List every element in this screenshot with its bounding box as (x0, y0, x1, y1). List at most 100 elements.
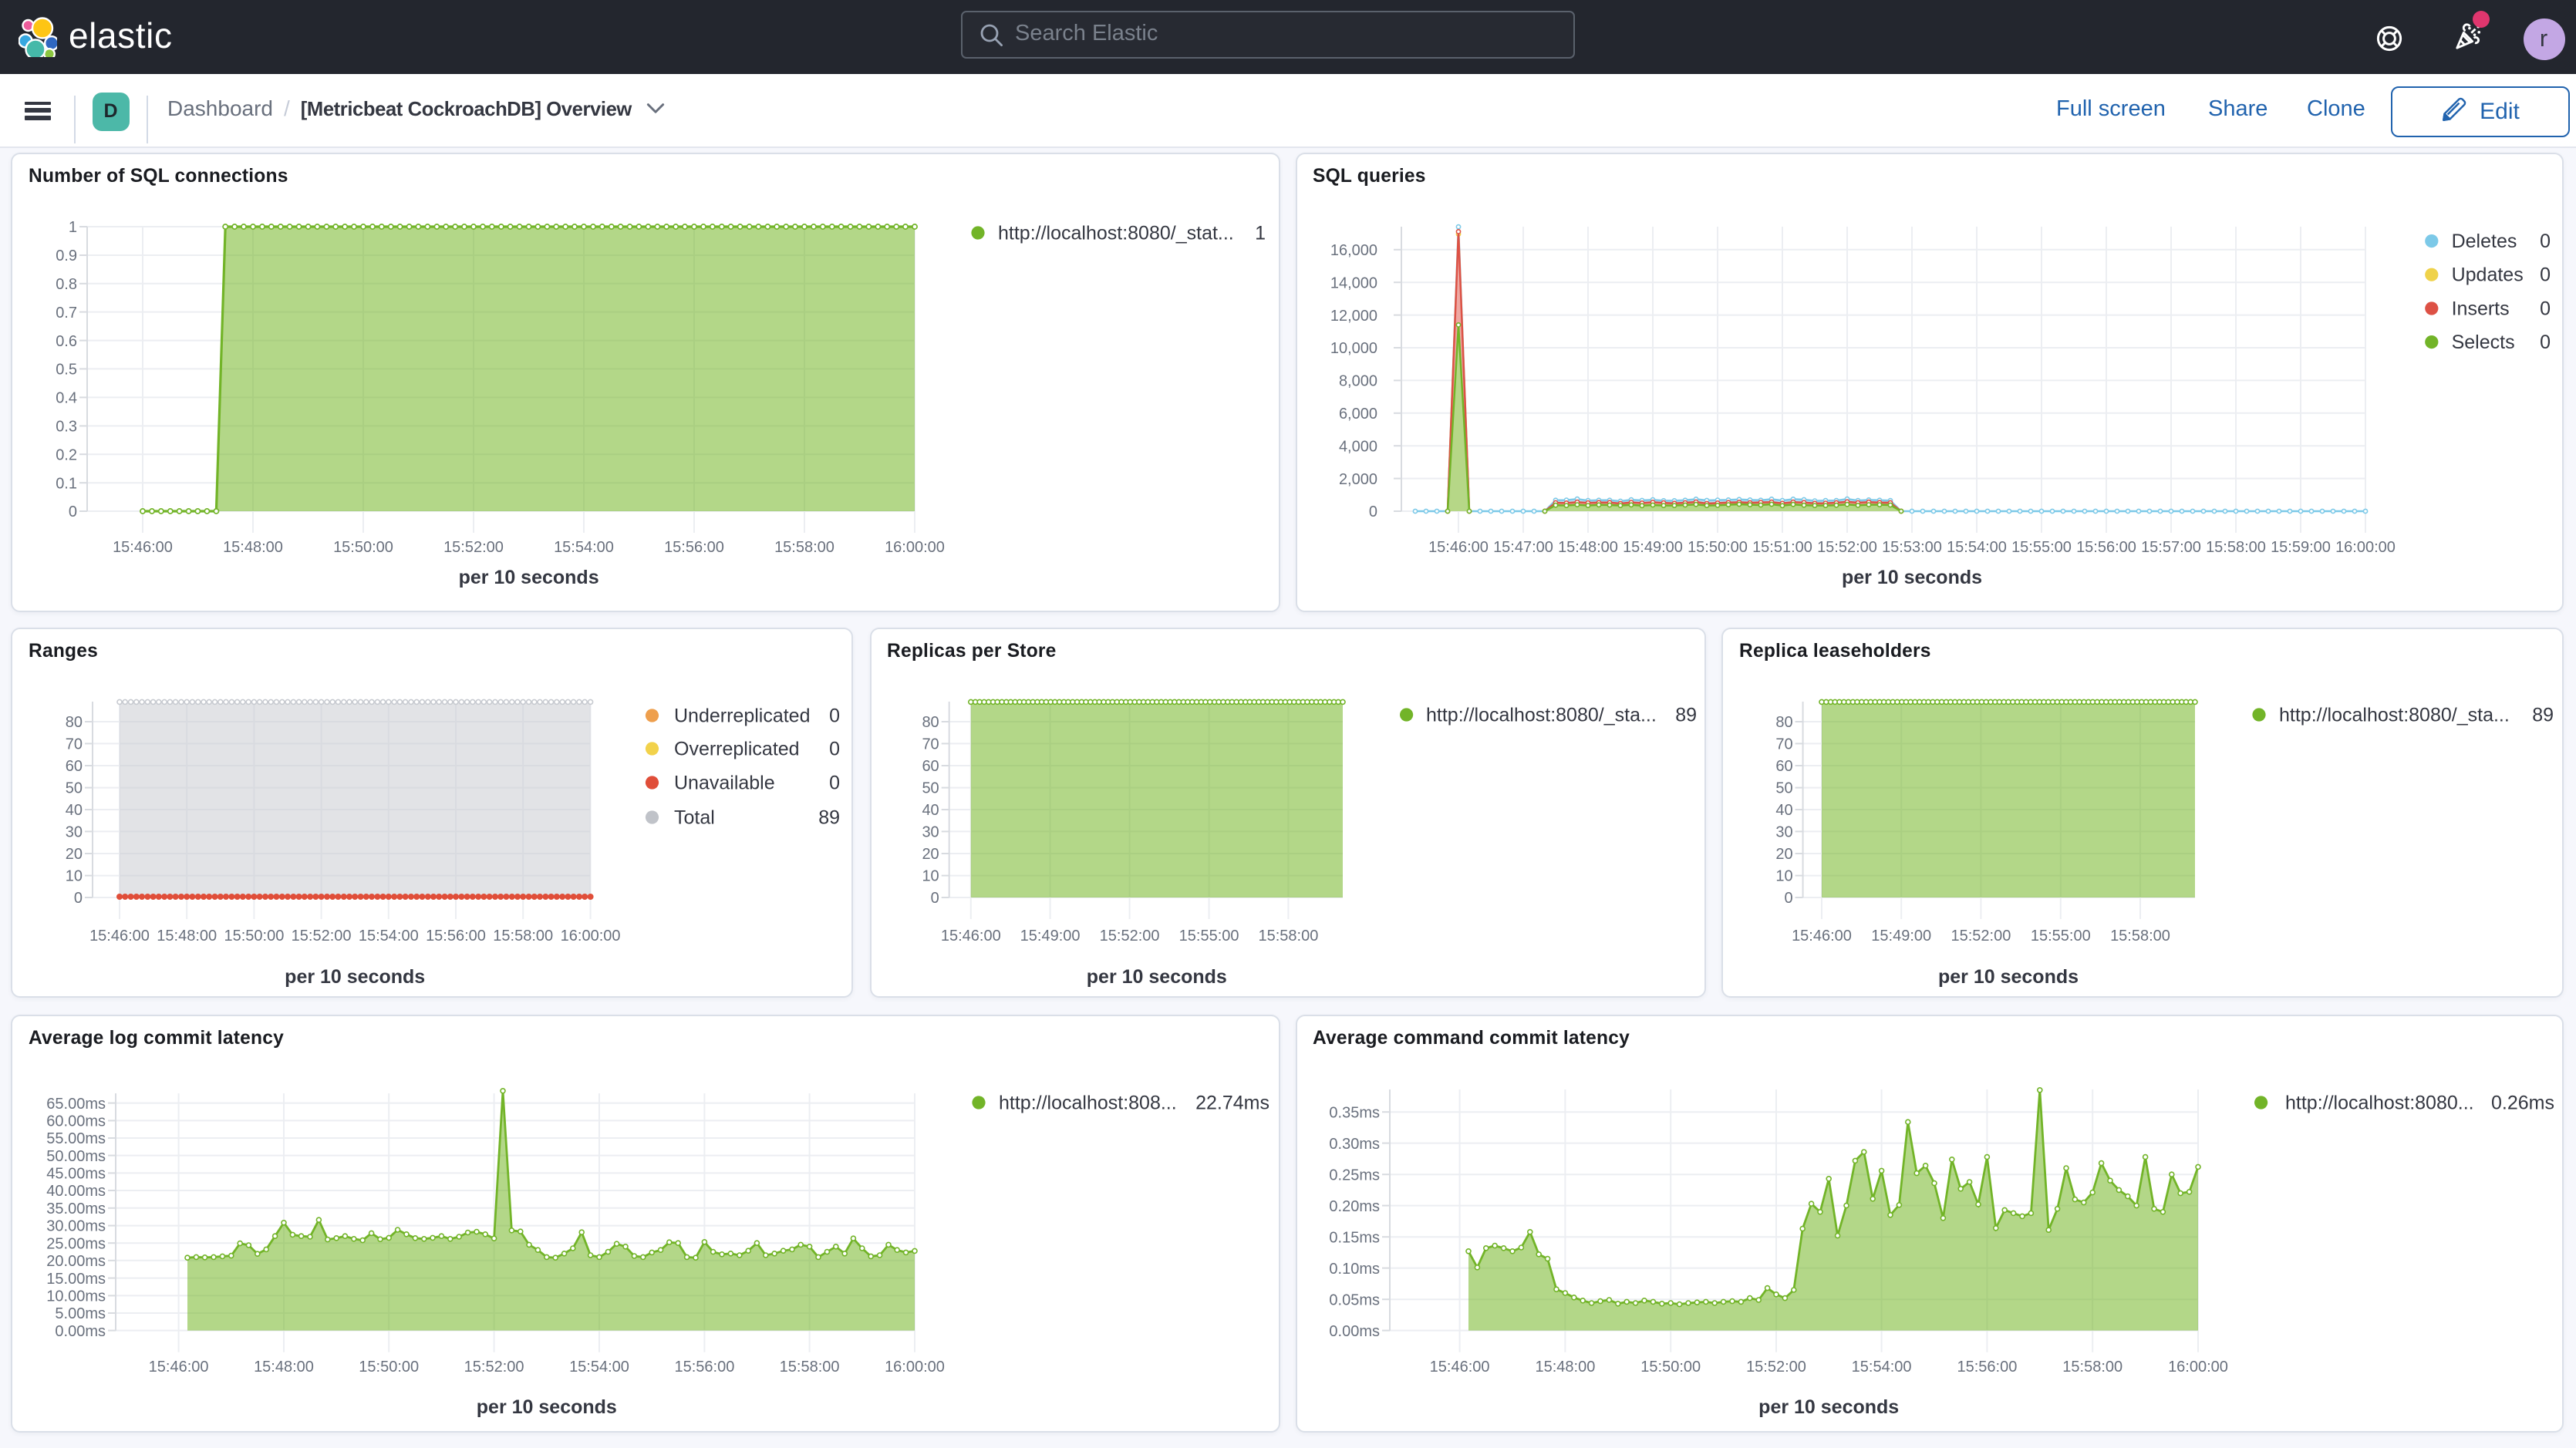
svg-text:30: 30 (1775, 824, 1792, 841)
svg-text:per 10 seconds: per 10 seconds (1938, 966, 2079, 988)
svg-text:Inserts: Inserts (2451, 298, 2509, 319)
svg-text:20.00ms: 20.00ms (46, 1252, 106, 1269)
svg-text:15:58:00: 15:58:00 (2062, 1358, 2122, 1375)
svg-text:60.00ms: 60.00ms (46, 1112, 106, 1129)
svg-text:15:59:00: 15:59:00 (2270, 539, 2330, 556)
svg-text:16:00:00: 16:00:00 (2335, 539, 2395, 556)
svg-text:15:52:00: 15:52:00 (1816, 539, 1876, 556)
svg-text:Underreplicated: Underreplicated (674, 705, 811, 726)
svg-text:Deletes: Deletes (2451, 231, 2517, 252)
svg-text:0.4: 0.4 (56, 390, 77, 407)
svg-text:0.5: 0.5 (56, 362, 77, 379)
svg-text:0.15ms: 0.15ms (1328, 1228, 1379, 1245)
svg-text:0.1: 0.1 (56, 475, 77, 492)
svg-text:http://localhost:8080/_stat...: http://localhost:8080/_stat... (998, 222, 1234, 244)
svg-text:8,000: 8,000 (1338, 373, 1377, 390)
svg-text:0: 0 (2539, 264, 2550, 286)
svg-text:0.2: 0.2 (56, 446, 77, 463)
svg-text:15:54:00: 15:54:00 (359, 928, 419, 945)
svg-text:15:47:00: 15:47:00 (1492, 539, 1553, 556)
svg-text:5.00ms: 5.00ms (55, 1305, 106, 1322)
svg-text:50.00ms: 50.00ms (46, 1147, 106, 1164)
svg-text:0: 0 (829, 772, 840, 793)
svg-text:15:48:00: 15:48:00 (254, 1358, 314, 1375)
svg-text:15:58:00: 15:58:00 (780, 1358, 840, 1375)
svg-text:15:50:00: 15:50:00 (333, 539, 393, 556)
svg-text:15:56:00: 15:56:00 (674, 1358, 734, 1375)
svg-text:70: 70 (1775, 736, 1792, 753)
svg-text:0.05ms: 0.05ms (1328, 1291, 1379, 1308)
svg-text:15:58:00: 15:58:00 (493, 928, 553, 945)
svg-text:per 10 seconds: per 10 seconds (477, 1396, 617, 1417)
svg-text:16:00:00: 16:00:00 (2167, 1358, 2227, 1375)
svg-text:15.00ms: 15.00ms (46, 1270, 106, 1287)
svg-text:15:57:00: 15:57:00 (2140, 539, 2200, 556)
svg-text:45.00ms: 45.00ms (46, 1165, 106, 1182)
svg-text:80: 80 (66, 714, 83, 731)
svg-text:15:52:00: 15:52:00 (1951, 928, 2011, 945)
svg-text:15:55:00: 15:55:00 (2011, 539, 2071, 556)
svg-text:50: 50 (66, 780, 83, 797)
svg-text:0: 0 (930, 890, 939, 907)
svg-text:15:55:00: 15:55:00 (1178, 928, 1239, 945)
svg-text:15:48:00: 15:48:00 (1557, 539, 1617, 556)
svg-text:15:56:00: 15:56:00 (426, 928, 486, 945)
svg-text:15:46:00: 15:46:00 (89, 928, 150, 945)
svg-text:0.35ms: 0.35ms (1328, 1103, 1379, 1120)
svg-text:15:56:00: 15:56:00 (1956, 1358, 2016, 1375)
svg-text:15:50:00: 15:50:00 (1640, 1358, 1700, 1375)
svg-text:1: 1 (69, 219, 77, 236)
svg-text:15:46:00: 15:46:00 (1429, 1358, 1489, 1375)
svg-text:15:50:00: 15:50:00 (224, 928, 284, 945)
svg-text:per 10 seconds: per 10 seconds (1758, 1396, 1898, 1417)
svg-text:Selects: Selects (2451, 332, 2514, 353)
svg-text:70: 70 (921, 736, 938, 753)
svg-text:60: 60 (66, 758, 83, 775)
svg-text:0: 0 (2539, 231, 2550, 252)
svg-text:15:48:00: 15:48:00 (223, 539, 283, 556)
svg-text:15:54:00: 15:54:00 (1946, 539, 2006, 556)
svg-text:35.00ms: 35.00ms (46, 1200, 106, 1217)
svg-text:16:00:00: 16:00:00 (885, 1358, 945, 1375)
svg-text:80: 80 (921, 714, 938, 731)
svg-text:15:58:00: 15:58:00 (1257, 928, 1317, 945)
svg-text:0.30ms: 0.30ms (1328, 1135, 1379, 1152)
svg-text:16:00:00: 16:00:00 (561, 928, 621, 945)
svg-text:16,000: 16,000 (1330, 242, 1377, 259)
svg-text:0.6: 0.6 (56, 333, 77, 350)
svg-text:per 10 seconds: per 10 seconds (1086, 966, 1226, 988)
svg-text:55.00ms: 55.00ms (46, 1130, 106, 1147)
svg-text:15:49:00: 15:49:00 (1871, 928, 1931, 945)
svg-text:15:58:00: 15:58:00 (774, 539, 835, 556)
svg-text:15:52:00: 15:52:00 (292, 928, 352, 945)
svg-text:0: 0 (829, 738, 840, 759)
svg-text:12,000: 12,000 (1330, 308, 1377, 325)
svg-text:Updates: Updates (2451, 264, 2523, 286)
svg-text:0.20ms: 0.20ms (1328, 1197, 1379, 1214)
svg-text:80: 80 (1775, 714, 1792, 731)
svg-text:Total: Total (674, 807, 715, 828)
svg-text:40.00ms: 40.00ms (46, 1182, 106, 1199)
svg-text:15:52:00: 15:52:00 (1099, 928, 1159, 945)
svg-text:15:48:00: 15:48:00 (157, 928, 217, 945)
svg-text:15:48:00: 15:48:00 (1534, 1358, 1594, 1375)
svg-text:0: 0 (2539, 332, 2550, 353)
svg-text:15:46:00: 15:46:00 (113, 539, 173, 556)
svg-text:15:46:00: 15:46:00 (1428, 539, 1488, 556)
svg-text:http://localhost:808...: http://localhost:808... (999, 1091, 1177, 1113)
svg-text:15:54:00: 15:54:00 (569, 1358, 629, 1375)
svg-text:10: 10 (1775, 868, 1792, 885)
svg-text:http://localhost:8080/_sta...: http://localhost:8080/_sta... (1425, 704, 1656, 726)
svg-text:60: 60 (921, 758, 938, 775)
svg-text:15:58:00: 15:58:00 (2205, 539, 2265, 556)
svg-text:50: 50 (1775, 780, 1792, 797)
svg-text:2,000: 2,000 (1338, 471, 1377, 488)
svg-text:30: 30 (66, 824, 83, 841)
svg-text:20: 20 (921, 846, 938, 863)
svg-text:15:52:00: 15:52:00 (443, 539, 504, 556)
svg-text:15:46:00: 15:46:00 (940, 928, 1000, 945)
svg-text:0.3: 0.3 (56, 419, 77, 436)
svg-text:40: 40 (1775, 802, 1792, 819)
svg-text:0.7: 0.7 (56, 305, 77, 322)
svg-text:6,000: 6,000 (1338, 406, 1377, 423)
